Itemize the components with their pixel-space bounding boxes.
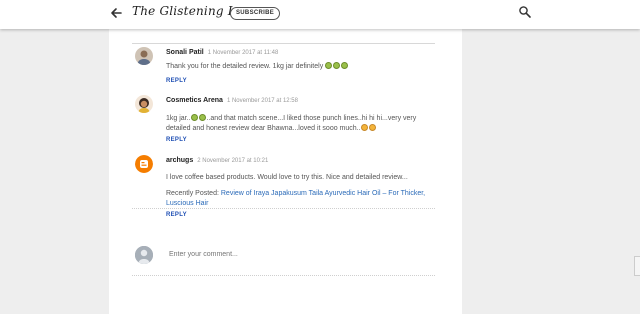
comment-text-content: 1kg jar.. [166,115,191,122]
reply-button[interactable]: REPLY [166,137,187,143]
top-app-bar: The Glistening Lane SUBSCRIBE [0,0,640,29]
comment-text-content: Thank you for the detailed review. 1kg j… [166,63,324,70]
recently-posted-label: Recently Posted: [166,190,221,197]
comment-date[interactable]: 1 November 2017 at 12:58 [227,98,298,104]
subscribe-button[interactable]: SUBSCRIBE [230,7,281,20]
comment-date[interactable]: 2 November 2017 at 10:21 [197,158,268,164]
comment-date[interactable]: 1 November 2017 at 11:48 [208,50,279,56]
author-name[interactable]: Sonali Patil [166,49,204,56]
reply-button[interactable]: REPLY [166,78,187,84]
emoji-icon [198,114,206,121]
emoji-icon [190,114,198,121]
divider [132,275,435,276]
author-name[interactable]: Cosmetics Arena [166,97,223,104]
emoji-icon [333,62,341,69]
comment-text: I love coffee based products. Would love… [166,173,431,183]
emoji-icon [360,124,368,131]
reply-button[interactable]: REPLY [166,212,187,218]
comments-panel: Sonali Patil 1 November 2017 at 11:48 Tha… [109,29,462,314]
comment-author[interactable]: Sonali Patil 1 November 2017 at 11:48 [166,49,278,56]
search-icon[interactable] [518,5,532,19]
comment-text: 1kg jar.. ..and that match scene...I like… [166,114,431,134]
comment-compose [135,246,435,268]
blogger-avatar[interactable] [135,155,153,173]
author-name[interactable]: archugs [166,157,193,164]
emoji-icon [368,124,376,131]
avatar[interactable] [135,95,153,113]
recently-posted: Recently Posted: Review of Iraya Japakus… [166,189,431,209]
avatar[interactable] [135,47,153,65]
divider [132,208,435,209]
comment-author[interactable]: Cosmetics Arena 1 November 2017 at 12:58 [166,97,298,104]
comment-author[interactable]: archugs 2 November 2017 at 10:21 [166,157,268,164]
scroll-handle[interactable] [634,256,640,276]
emoji-icon [325,62,333,69]
back-arrow-icon[interactable] [108,5,124,21]
comment-input[interactable] [169,251,409,258]
comment-text-content: I love coffee based products. Would love… [166,174,408,181]
user-avatar-icon [135,246,153,264]
divider [132,43,435,44]
comment-text: Thank you for the detailed review. 1kg j… [166,62,431,72]
emoji-icon [341,62,349,69]
